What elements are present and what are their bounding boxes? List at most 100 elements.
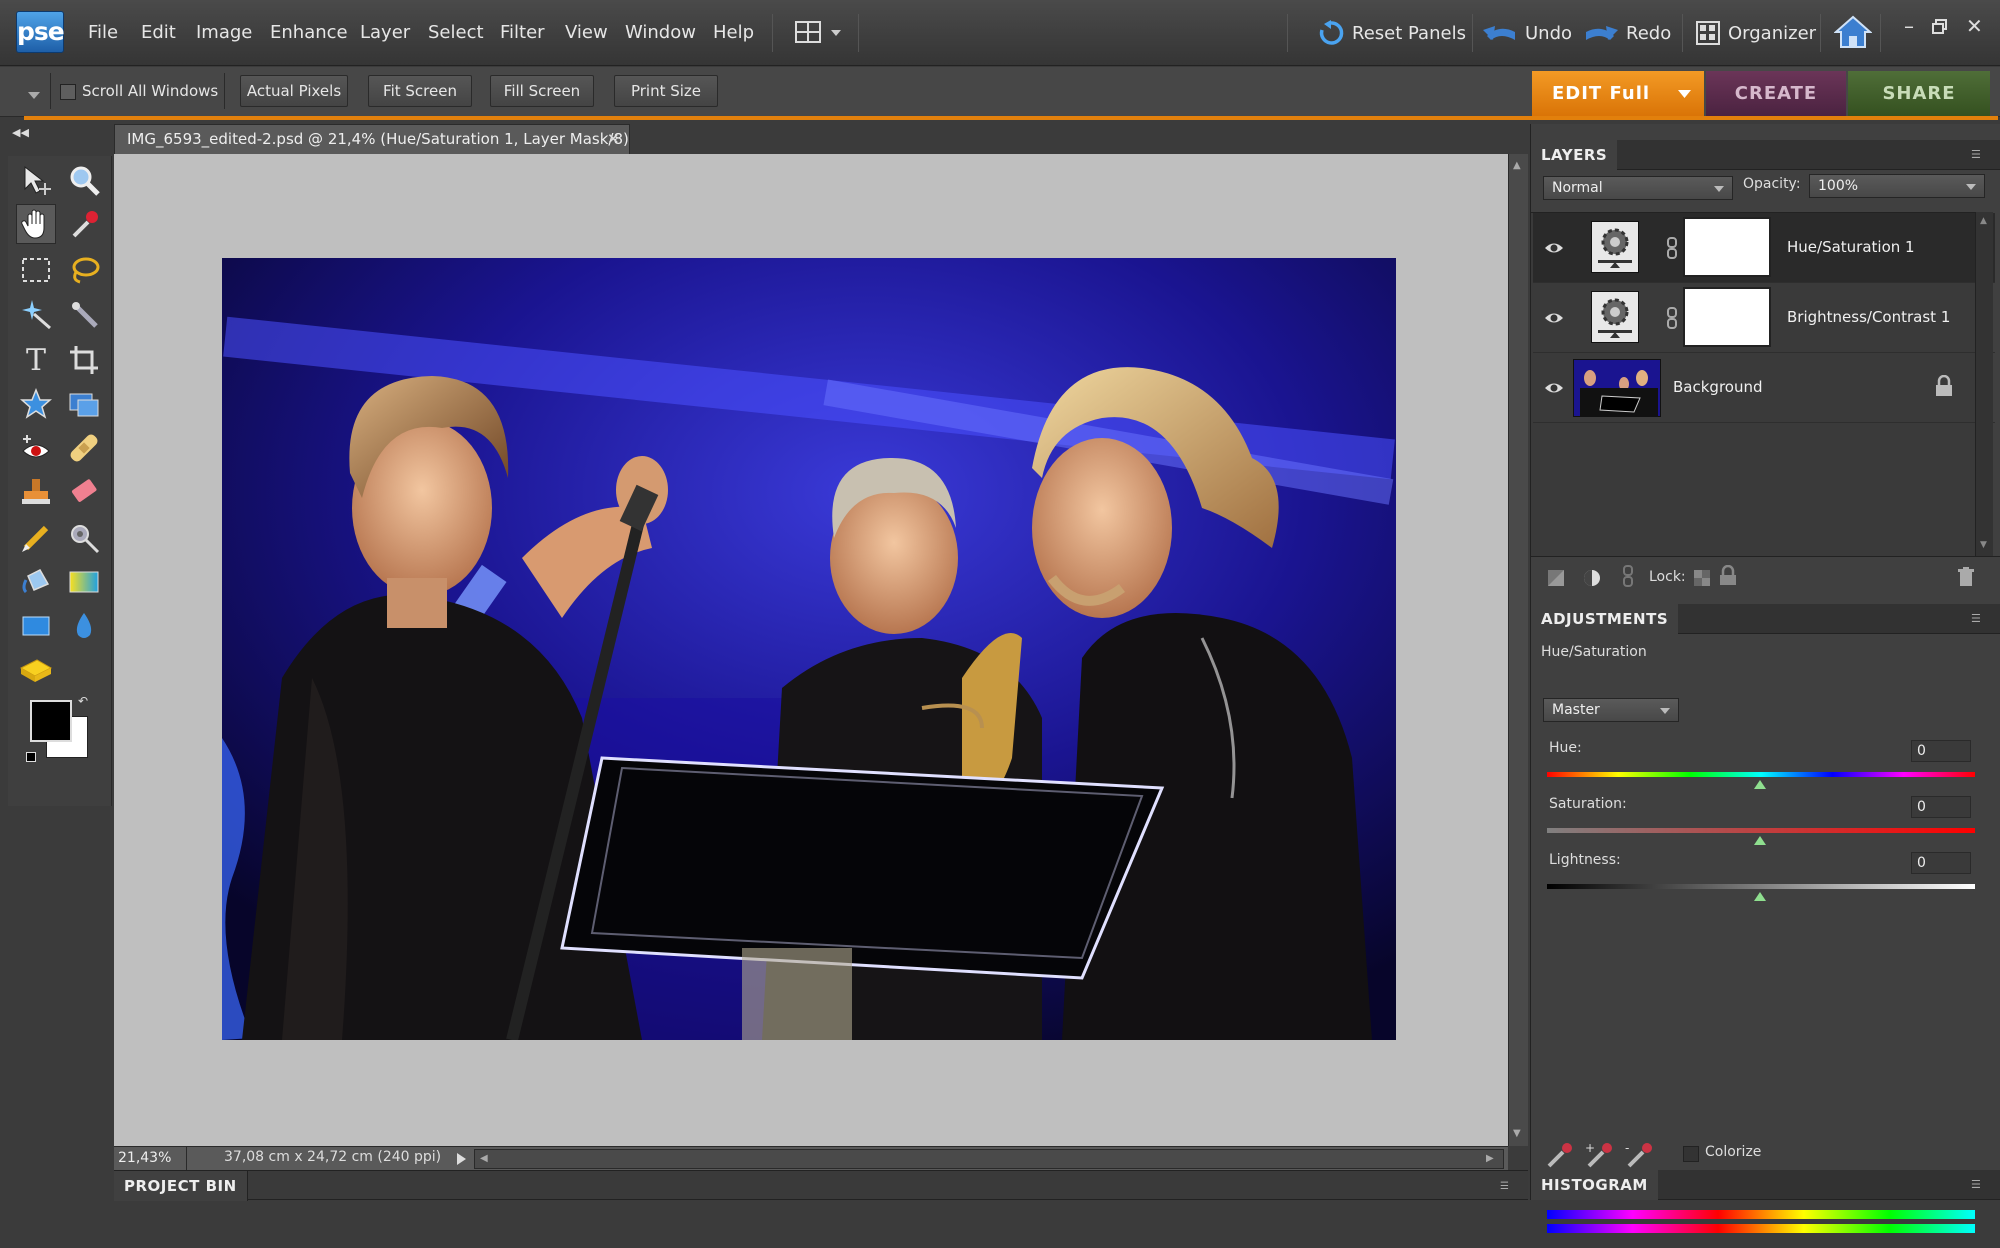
zoom-level[interactable]: 21,43% [118,1150,171,1166]
cookie-cutter-tool-icon[interactable] [16,384,56,424]
menu-filter[interactable]: Filter [500,20,545,46]
lock-all-icon[interactable] [1717,565,1739,587]
menu-layer[interactable]: Layer [360,20,410,46]
undo-button[interactable]: Undo [1483,18,1572,48]
arrange-layout-icon[interactable] [795,20,845,50]
visibility-eye-icon[interactable] [1543,307,1565,329]
red-eye-tool-icon[interactable] [16,428,56,468]
link-layers-icon[interactable] [1617,565,1639,587]
magic-wand-tool-icon[interactable] [16,294,56,334]
saturation-slider-thumb[interactable] [1754,836,1766,845]
layer-row-brightness-contrast[interactable]: Brightness/Contrast 1 [1533,283,1995,353]
menu-enhance[interactable]: Enhance [270,20,348,46]
saturation-value-field[interactable]: 0 [1911,796,1971,818]
hue-value-field[interactable]: 0 [1911,740,1971,762]
eyedropper-subtract-icon[interactable]: - [1625,1140,1655,1170]
foreground-color-swatch[interactable] [30,700,72,742]
hand-tool-icon[interactable] [16,204,56,244]
adjustments-panel-menu-icon[interactable]: ☰ [1971,612,1981,625]
tab-share[interactable]: SHARE [1848,71,1990,117]
tab-edit-full[interactable]: EDIT Full [1532,71,1704,117]
reset-panels-button[interactable]: Reset Panels [1318,18,1466,48]
menu-view[interactable]: View [565,20,608,46]
layer-row-background[interactable]: Background [1533,353,1995,423]
redo-button[interactable]: Redo [1584,18,1671,48]
tab-create[interactable]: CREATE [1706,71,1846,117]
scroll-up-icon[interactable]: ▲ [1980,216,1987,226]
hue-slider-thumb[interactable] [1754,780,1766,789]
print-size-button[interactable]: Print Size [614,75,718,107]
restore-icon[interactable] [1932,16,1948,40]
move-tool-icon[interactable] [16,160,56,200]
document-tab[interactable]: IMG_6593_edited-2.psd @ 21,4% (Hue/Satur… [114,124,630,154]
collapse-toolbox-icon[interactable]: ◀◀ [12,126,29,139]
scroll-left-icon[interactable]: ◀ [480,1153,488,1164]
visibility-eye-icon[interactable] [1543,237,1565,259]
vertical-scrollbar[interactable]: ▲ ▼ [1508,154,1528,1146]
type-tool-icon[interactable]: T [16,340,56,380]
shape-tool-icon[interactable] [16,606,56,646]
menu-edit[interactable]: Edit [141,20,176,46]
app-logo[interactable]: pse [16,11,65,53]
layers-panel-menu-icon[interactable]: ☰ [1971,148,1981,161]
scroll-all-checkbox[interactable] [60,84,76,100]
status-menu-arrow-icon[interactable] [454,1151,468,1167]
crop-tool-icon[interactable] [64,340,104,380]
eyedropper-tool-icon[interactable] [64,204,104,244]
fill-screen-button[interactable]: Fill Screen [490,75,594,107]
organizer-button[interactable]: Organizer [1696,18,1816,48]
menu-help[interactable]: Help [713,20,754,46]
close-document-icon[interactable]: ✕ [607,125,620,153]
mask-link-icon[interactable] [1667,307,1677,329]
recompose-tool-icon[interactable] [64,384,104,424]
tool-preset-dropdown-icon[interactable] [28,85,42,104]
paint-bucket-tool-icon[interactable] [16,562,56,602]
layers-panel-title[interactable]: LAYERS [1531,140,1618,170]
histogram-panel-menu-icon[interactable]: ☰ [1971,1178,1981,1191]
lightness-slider-thumb[interactable] [1754,892,1766,901]
delete-layer-icon[interactable] [1955,566,1977,588]
healing-brush-tool-icon[interactable] [64,428,104,468]
opacity-field[interactable]: 100% [1809,174,1985,198]
scroll-down-icon[interactable]: ▼ [1980,540,1987,550]
panel-menu-icon[interactable]: ☰ [1500,1181,1509,1192]
close-window-icon[interactable]: ✕ [1966,14,1983,38]
scroll-right-icon[interactable]: ▶ [1486,1153,1494,1164]
menu-image[interactable]: Image [196,20,252,46]
layer-row-hue-saturation[interactable]: Hue/Saturation 1 [1533,213,1995,283]
layers-scrollbar[interactable]: ▲ ▼ [1975,212,1993,556]
layer-mask-thumbnail[interactable] [1683,287,1771,347]
channel-dropdown[interactable]: Master [1543,698,1679,722]
zoom-tool-icon[interactable] [64,160,104,200]
visibility-eye-icon[interactable] [1543,377,1565,399]
home-icon[interactable] [1833,14,1873,54]
eraser-tool-icon[interactable] [64,472,104,512]
blur-tool-icon[interactable] [64,606,104,646]
sponge-tool-icon[interactable] [16,650,56,690]
menu-window[interactable]: Window [625,20,696,46]
smart-brush-tool-icon[interactable] [64,518,104,558]
chevron-down-icon[interactable] [1678,89,1692,99]
lightness-slider-track[interactable] [1547,884,1975,889]
lock-transparent-pixels-icon[interactable] [1691,567,1713,589]
new-layer-icon[interactable] [1545,567,1567,589]
scroll-down-icon[interactable]: ▼ [1513,1128,1521,1139]
minimize-icon[interactable]: – [1904,14,1914,38]
hue-slider-track[interactable] [1547,772,1975,777]
eyedropper-add-icon[interactable]: + [1585,1140,1615,1170]
menu-file[interactable]: File [88,20,118,46]
mask-link-icon[interactable] [1667,237,1677,259]
colorize-checkbox[interactable] [1683,1146,1699,1162]
new-adjustment-layer-icon[interactable] [1581,567,1603,589]
lightness-value-field[interactable]: 0 [1911,852,1971,874]
scroll-up-icon[interactable]: ▲ [1513,160,1521,171]
pencil-tool-icon[interactable] [16,518,56,558]
histogram-panel-title[interactable]: HISTOGRAM [1531,1170,1658,1200]
saturation-slider-track[interactable] [1547,828,1975,833]
layer-mask-thumbnail[interactable] [1683,217,1771,277]
blend-mode-dropdown[interactable]: Normal [1543,176,1733,200]
swap-colors-icon[interactable]: ↶ [78,694,88,708]
gradient-tool-icon[interactable] [64,562,104,602]
adjustments-panel-title[interactable]: ADJUSTMENTS [1531,604,1679,634]
fit-screen-button[interactable]: Fit Screen [368,75,472,107]
